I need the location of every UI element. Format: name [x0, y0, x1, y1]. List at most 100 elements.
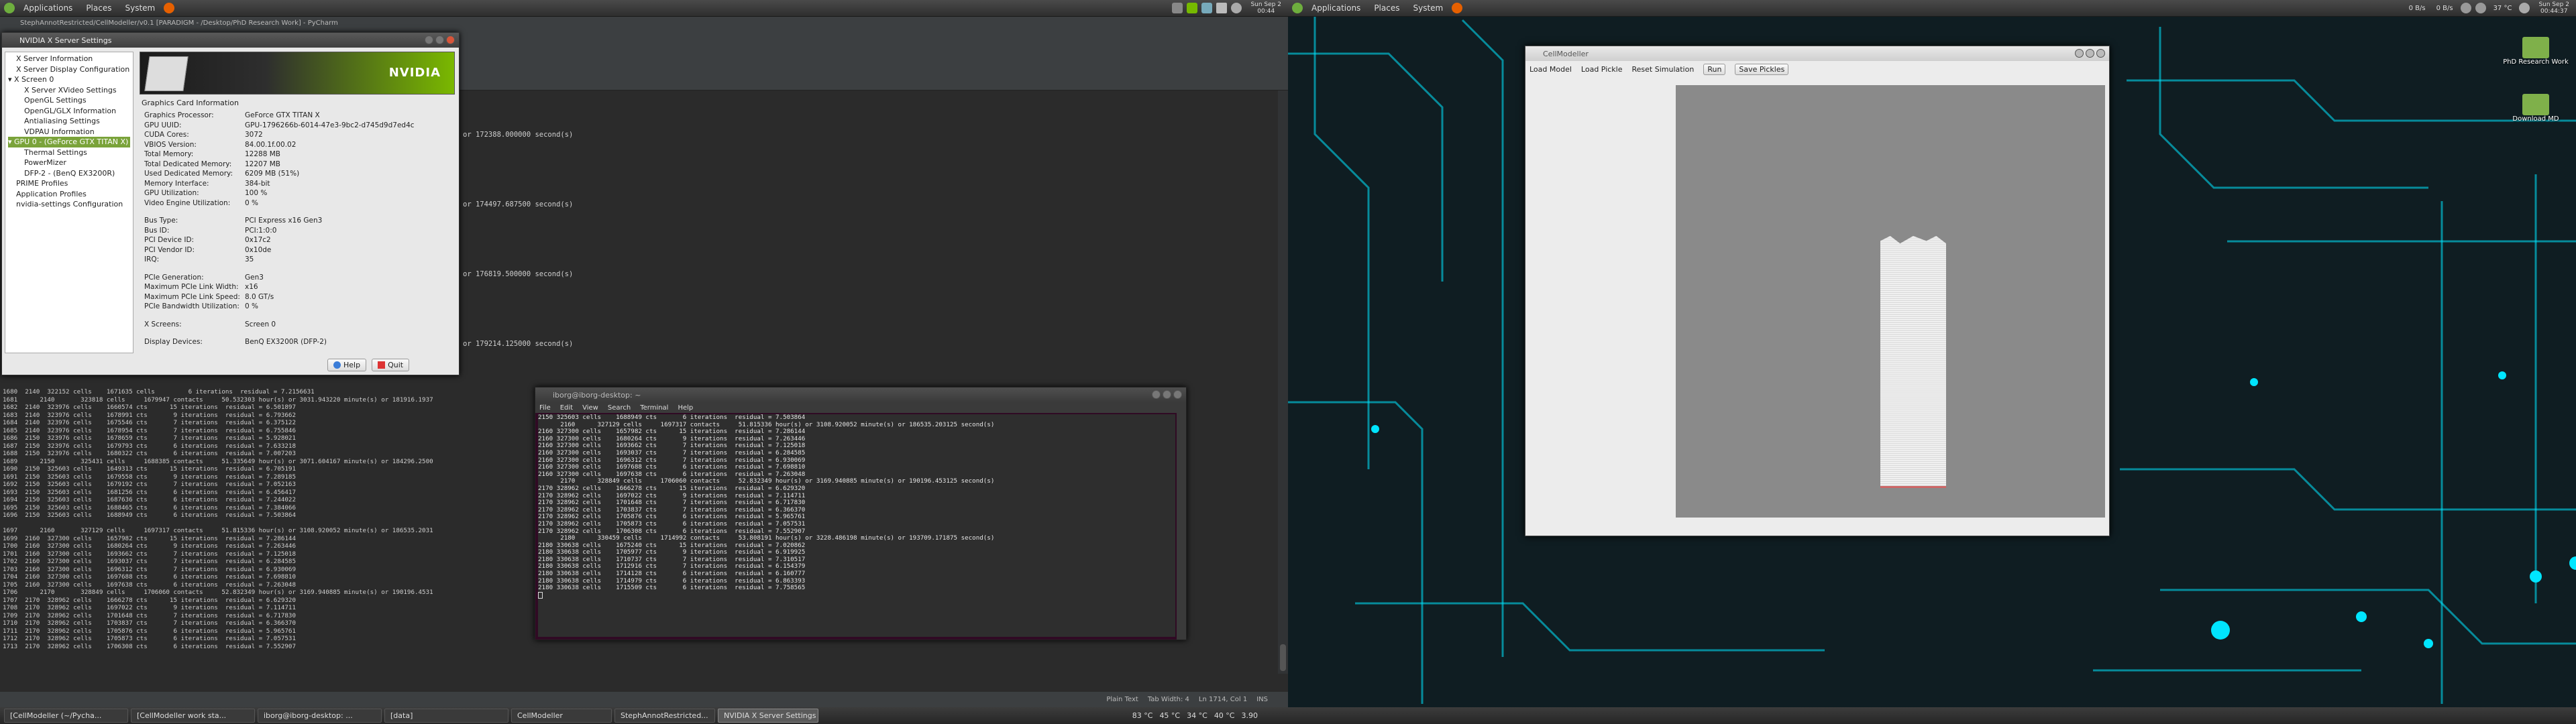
info-value: 3072 [245, 131, 263, 139]
info-value: 0 % [245, 198, 258, 207]
console-line: 1693 2150 325603 cells 1681256 cts 6 ite… [3, 488, 296, 496]
info-row: Bus Type: PCI Express x16 Gen3 [144, 216, 453, 226]
load-model-button[interactable]: Load Model [1529, 65, 1572, 74]
taskbar-item[interactable]: [data] [384, 709, 508, 723]
minimize-button[interactable] [2075, 49, 2084, 58]
taskbar-item[interactable]: [CellModeller work sta... [131, 709, 255, 723]
tree-item[interactable]: Application Profiles [8, 189, 130, 200]
info-row: Memory Interface: 384-bit [144, 179, 453, 189]
taskbar-item[interactable]: StephAnnotRestricted... [614, 709, 715, 723]
desktop-icon[interactable]: PhD Research Work [2502, 37, 2569, 66]
power-icon[interactable] [1231, 3, 1242, 13]
mail-icon[interactable] [1216, 3, 1228, 13]
reset-simulation-button[interactable]: Reset Simulation [1632, 65, 1695, 74]
menu-edit[interactable]: Edit [560, 404, 573, 412]
network-icon[interactable] [2460, 3, 2471, 13]
tree-item-selected[interactable]: ▾ GPU 0 - (GeForce GTX TITAN X) [8, 137, 130, 147]
maximize-button[interactable] [2086, 49, 2094, 58]
cursor-position[interactable]: Ln 1714, Col 1 [1199, 696, 1247, 703]
info-label: Maximum PCIe Link Width: [144, 283, 239, 291]
clock[interactable]: Sun Sep 2 00:44 [1244, 1, 1288, 15]
info-value: 35 [245, 255, 254, 263]
power-icon[interactable] [2519, 3, 2530, 13]
tree-item[interactable]: X Server XVideo Settings [8, 85, 130, 96]
tree-item[interactable]: Thermal Settings [8, 147, 130, 158]
tree-item[interactable]: X Server Information [8, 54, 130, 64]
info-label: Bus Type: [144, 217, 178, 225]
taskbar-item[interactable]: iborg@iborg-desktop: ... [258, 709, 382, 723]
right-screen: Applications Places System 0 B/s 0 B/s 3… [1288, 0, 2576, 724]
tree-item[interactable]: PowerMizer [8, 158, 130, 168]
info-row: PCI Device ID: 0x17c2 [144, 235, 453, 245]
taskbar-item[interactable]: CellModeller [511, 709, 612, 723]
menu-search[interactable]: Search [608, 404, 631, 412]
terminal-window: iborg@iborg-desktop: ~ File Edit View Se… [535, 387, 1187, 640]
clock[interactable]: Sun Sep 2 00:44:37 [2532, 1, 2576, 15]
info-label: Memory Interface: [144, 179, 209, 188]
tree-item[interactable]: OpenGL Settings [8, 95, 130, 106]
info-value: 6209 MB (51%) [245, 170, 300, 178]
menu-file[interactable]: File [539, 404, 551, 412]
mode-selector[interactable]: Plain Text [1106, 696, 1138, 703]
console-line: 1690 2150 325603 cells 1649313 cts 15 it… [3, 465, 296, 473]
quit-button[interactable]: Quit [372, 359, 410, 371]
circuit-trace [1288, 401, 1424, 704]
maximize-button[interactable] [435, 36, 444, 44]
tree-item[interactable]: PRIME Profiles [8, 178, 130, 189]
console-scrollbar[interactable] [1278, 90, 1288, 674]
save-pickles-button[interactable]: Save Pickles [1735, 63, 1789, 75]
menu-places[interactable]: Places [1367, 3, 1406, 13]
console-line: 1684 2140 323976 cells 1675546 cts 7 ite… [3, 419, 296, 426]
minimize-button[interactable] [1152, 390, 1161, 399]
help-button[interactable]: Help [327, 359, 367, 371]
circuit-trace [2120, 468, 2576, 511]
terminal-scrollbar[interactable] [1177, 413, 1186, 640]
close-button[interactable] [446, 36, 455, 44]
console-line: 1687 2150 323976 cells 1679793 cts 6 ite… [3, 442, 296, 450]
bottom-panel-right [1288, 707, 2576, 724]
tree-item[interactable]: ▾ X Screen 0 [8, 74, 130, 85]
nvidia-tree[interactable]: X Server Information X Server Display Co… [5, 52, 133, 353]
terminal-output[interactable]: 2150 325603 cells 1688949 cts 6 iteratio… [538, 414, 1175, 637]
info-label: Graphics Processor: [144, 111, 214, 119]
menu-system[interactable]: System [1406, 3, 1450, 13]
taskbar-item-active[interactable]: NVIDIA X Server Settings [718, 709, 818, 723]
tree-item[interactable]: VDPAU Information [8, 127, 130, 137]
minimize-button[interactable] [425, 36, 433, 44]
volume-icon[interactable] [2475, 3, 2486, 13]
menu-places[interactable]: Places [79, 3, 118, 13]
mint-menu-icon[interactable] [1292, 3, 1303, 13]
taskbar-item[interactable]: [CellModeller (~/Pycha... [4, 709, 128, 723]
info-value: Screen 0 [245, 320, 276, 328]
mint-menu-icon[interactable] [4, 3, 15, 13]
close-button[interactable] [1173, 390, 1182, 399]
info-label: VBIOS Version: [144, 140, 197, 149]
firefox-icon[interactable] [1452, 3, 1463, 13]
tray-icon[interactable] [1201, 3, 1213, 13]
tray-icon[interactable] [1172, 3, 1183, 13]
tree-item[interactable]: nvidia-settings Configuration [8, 199, 130, 210]
tree-item[interactable]: X Server Display Configuration [8, 64, 130, 75]
info-label: Video Engine Utilization: [144, 198, 231, 207]
console-line: 1701 2160 327300 cells 1693662 cts 7 ite… [3, 550, 296, 558]
simulation-viewport[interactable] [1676, 85, 2105, 518]
menu-applications[interactable]: Applications [17, 3, 79, 13]
info-label: Used Dedicated Memory: [144, 170, 233, 178]
tree-item[interactable]: DFP-2 - (BenQ EX3200R) [8, 168, 130, 179]
desktop-icon[interactable]: Download MD [2502, 94, 2569, 123]
menu-terminal[interactable]: Terminal [640, 404, 668, 412]
tree-item[interactable]: OpenGL/GLX Information [8, 106, 130, 117]
menu-help[interactable]: Help [678, 404, 693, 412]
info-row: Total Dedicated Memory: 12207 MB [144, 160, 453, 170]
tab-width[interactable]: Tab Width: 4 [1148, 696, 1189, 703]
nvidia-tray-icon[interactable] [1187, 3, 1198, 13]
run-button[interactable]: Run [1703, 63, 1726, 75]
menu-system[interactable]: System [118, 3, 162, 13]
menu-view[interactable]: View [582, 404, 598, 412]
tree-item[interactable]: Antialiasing Settings [8, 116, 130, 127]
menu-applications[interactable]: Applications [1305, 3, 1367, 13]
firefox-icon[interactable] [164, 3, 175, 13]
load-pickle-button[interactable]: Load Pickle [1581, 65, 1623, 74]
close-button[interactable] [2096, 49, 2105, 58]
maximize-button[interactable] [1163, 390, 1171, 399]
